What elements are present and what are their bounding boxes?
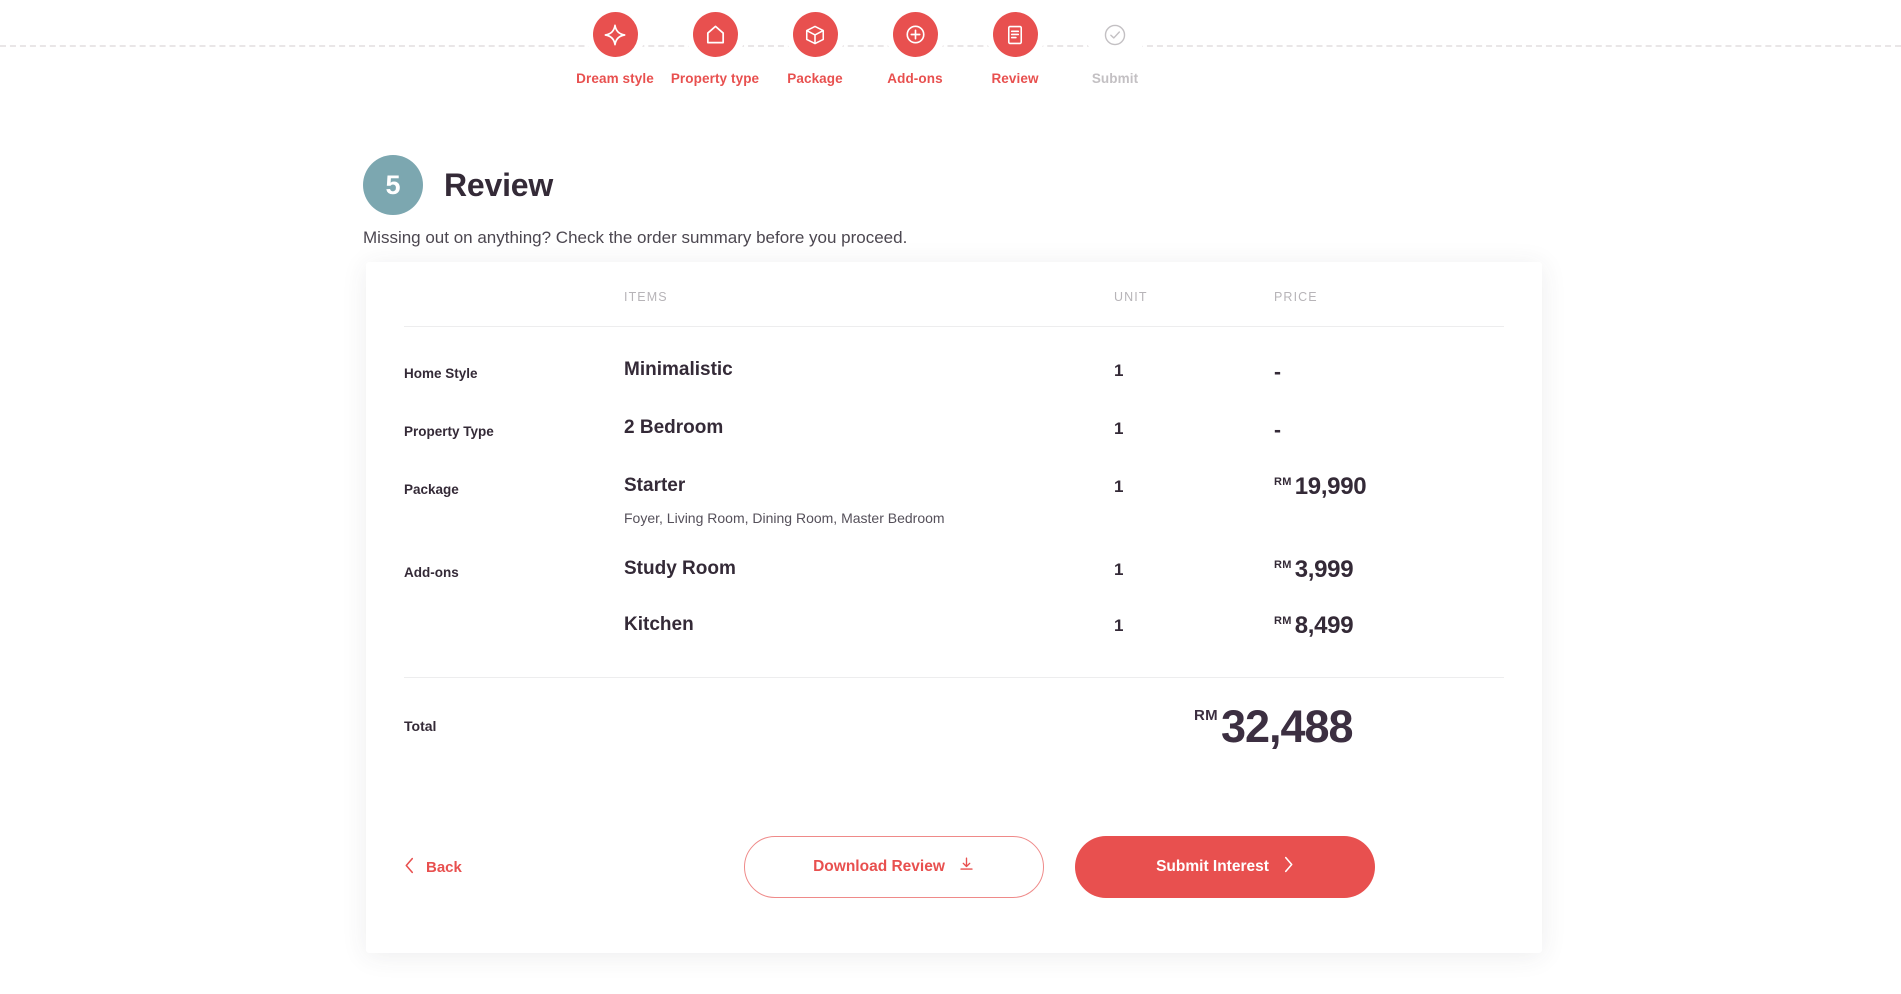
stepper-steps: Dream style Property type Package Add-on…: [565, 12, 1165, 110]
row-label: Package: [404, 482, 459, 497]
table-row: Kitchen 1 RM 8,499: [404, 582, 1504, 638]
currency-symbol: RM: [1274, 614, 1292, 627]
row-label: Add-ons: [404, 564, 459, 580]
order-summary-table: ITEMS UNIT PRICE Home Style Minimalistic…: [404, 290, 1504, 749]
submit-interest-button[interactable]: Submit Interest: [1075, 836, 1375, 898]
item-name: Kitchen: [624, 613, 694, 635]
row-item: Study Room: [624, 557, 1114, 582]
row-unit: 1: [1114, 419, 1124, 438]
row-label: Home Style: [404, 366, 478, 381]
price-amount: 19,990: [1294, 473, 1367, 500]
currency-symbol: RM: [1274, 476, 1292, 488]
row-unit: 1: [1114, 559, 1124, 579]
submit-interest-label: Submit Interest: [1156, 858, 1269, 875]
stepper-step-label: Property type: [670, 71, 760, 86]
item-name: Study Room: [624, 557, 736, 579]
row-price: RM 19,990: [1274, 474, 1504, 499]
stepper-step-add-ons[interactable]: Add-ons: [865, 12, 965, 86]
currency-symbol: RM: [1274, 558, 1292, 571]
stepper-step-dream-style[interactable]: Dream style: [565, 12, 665, 86]
stepper-step-circle: [992, 12, 1038, 57]
review-page: Dream style Property type Package Add-on…: [0, 0, 1901, 994]
heading-row: 5 Review: [363, 155, 1463, 215]
row-unit: 1: [1114, 361, 1124, 380]
row-unit: 1: [1114, 477, 1124, 496]
column-header-unit: UNIT: [1114, 290, 1148, 304]
order-summary-card: ITEMS UNIT PRICE Home Style Minimalistic…: [366, 262, 1542, 953]
total-amount-value: 32,488: [1220, 700, 1354, 752]
stepper-step-label: Submit: [1091, 71, 1139, 86]
stepper-step-package[interactable]: Package: [765, 12, 865, 86]
item-name: Starter: [624, 475, 686, 496]
column-header-items: ITEMS: [624, 290, 668, 304]
progress-stepper: Dream style Property type Package Add-on…: [0, 0, 1901, 110]
stepper-step-circle: [792, 12, 838, 57]
row-label: Property Type: [404, 424, 494, 439]
stepper-step-label: Add-ons: [887, 71, 943, 86]
step-number-badge: 5: [363, 155, 423, 215]
row-unit: 1: [1114, 615, 1124, 635]
total-label: Total: [404, 718, 437, 735]
row-price: -: [1274, 361, 1281, 384]
price-amount: 3,999: [1294, 555, 1354, 583]
check-circle-icon: [1102, 22, 1128, 48]
row-label: [404, 613, 624, 621]
item-description: Foyer, Living Room, Dining Room, Master …: [624, 509, 945, 526]
row-item: Minimalistic: [624, 358, 1114, 383]
currency-symbol: RM: [1194, 706, 1218, 724]
stepper-step-submit[interactable]: Submit: [1065, 12, 1165, 86]
item-name: 2 Bedroom: [624, 417, 724, 438]
card-actions: Back Download Review Submit Interest: [404, 822, 1504, 912]
stepper-step-review[interactable]: Review: [965, 12, 1065, 86]
row-price: -: [1274, 419, 1281, 442]
back-button[interactable]: Back: [404, 857, 744, 878]
row-price: RM 3,999: [1274, 557, 1504, 582]
download-review-label: Download Review: [813, 858, 945, 875]
stepper-step-label: Package: [787, 71, 843, 86]
page-heading: 5 Review Missing out on anything? Check …: [363, 155, 1463, 248]
table-row: Property Type 2 Bedroom 1 -: [404, 385, 1504, 443]
download-review-button[interactable]: Download Review: [744, 836, 1044, 898]
item-name: Minimalistic: [624, 359, 733, 380]
table-row: Package Starter Foyer, Living Room, Dini…: [404, 443, 1504, 526]
home-icon: [704, 23, 727, 46]
back-button-label: Back: [426, 858, 462, 876]
page-subtitle: Missing out on anything? Check the order…: [363, 228, 908, 247]
stepper-step-circle: [592, 12, 638, 57]
stepper-step-label: Review: [991, 71, 1039, 86]
stepper-step-circle: [892, 12, 938, 57]
stepper-step-label: Dream style: [576, 71, 654, 86]
page-title: Review: [444, 166, 554, 203]
row-price: RM 8,499: [1274, 613, 1504, 638]
chevron-right-icon: [1283, 856, 1294, 878]
total-row: Total RM32,488: [404, 678, 1504, 749]
row-item: Kitchen: [624, 613, 1114, 638]
stepper-step-property-type[interactable]: Property type: [665, 12, 765, 86]
column-header-price: PRICE: [1274, 290, 1318, 304]
sparkle-icon: [604, 24, 626, 46]
stepper-step-circle: [692, 12, 738, 57]
document-list-icon: [1004, 24, 1026, 46]
table-row: Home Style Minimalistic 1 -: [404, 327, 1504, 385]
row-item: Starter Foyer, Living Room, Dining Room,…: [624, 474, 1114, 526]
box-icon: [804, 24, 826, 46]
table-row: Add-ons Study Room 1 RM 3,999: [404, 526, 1504, 582]
total-amount: RM32,488: [1194, 704, 1504, 749]
download-icon: [958, 856, 975, 878]
chevron-left-icon: [404, 857, 415, 878]
price-amount: 8,499: [1294, 611, 1354, 639]
plus-circle-icon: [904, 23, 927, 46]
table-header-row: ITEMS UNIT PRICE: [404, 290, 1504, 327]
stepper-step-circle: [1092, 12, 1138, 57]
row-item: 2 Bedroom: [624, 416, 1114, 441]
